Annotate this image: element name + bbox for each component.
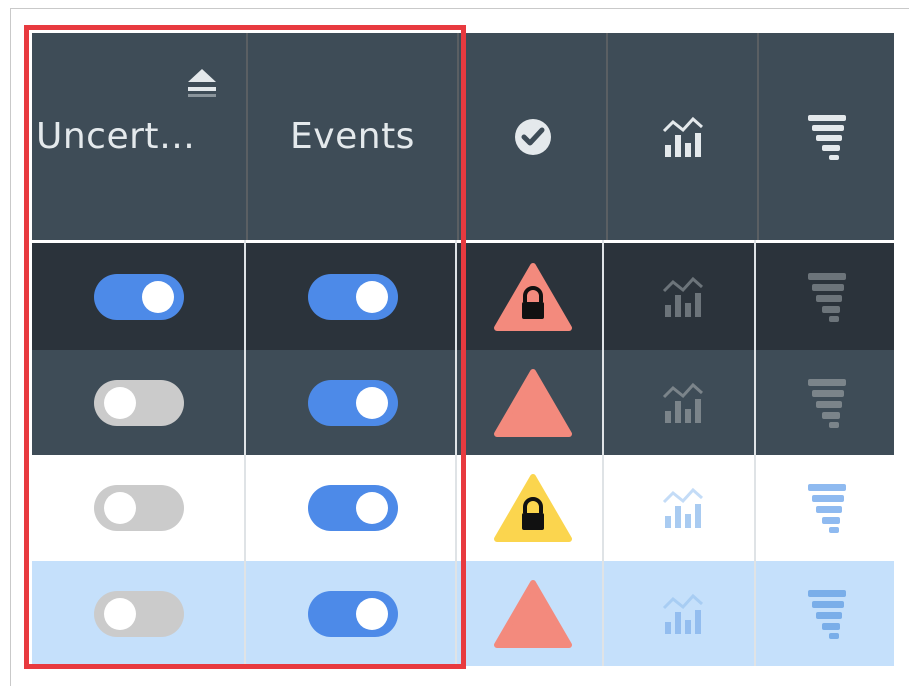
chart-icon[interactable]: [661, 486, 705, 530]
toggle-knob: [355, 492, 388, 524]
toggle-knob: [355, 597, 388, 630]
tornado-icon[interactable]: [807, 588, 847, 640]
column-header-events[interactable]: Events: [248, 33, 457, 240]
tornado-cell: [759, 350, 894, 455]
toggle-knob: [355, 386, 388, 419]
column-divider: [455, 240, 457, 666]
status-cell: [459, 243, 606, 350]
events-toggle[interactable]: [307, 485, 398, 531]
column-header-label: Uncert…: [36, 116, 196, 157]
sort-up-icon[interactable]: [186, 67, 218, 103]
toggle-knob: [142, 280, 174, 313]
chart-icon[interactable]: [661, 592, 705, 636]
data-grid: Uncert… Events: [32, 33, 894, 666]
toggle-knob: [355, 280, 388, 313]
status-cell: [459, 350, 606, 455]
warning-lock-icon[interactable]: [493, 262, 572, 332]
uncertainty-cell: [32, 561, 246, 666]
column-header-uncertainty[interactable]: Uncert…: [32, 33, 246, 240]
toggle-knob: [104, 597, 136, 630]
events-cell: [248, 561, 457, 666]
events-cell: [248, 350, 457, 455]
chart-cell: [608, 243, 757, 350]
chart-icon: [662, 116, 703, 157]
chart-cell: [608, 561, 757, 666]
warning-icon[interactable]: [493, 579, 572, 649]
events-toggle[interactable]: [307, 273, 398, 320]
column-divider: [602, 240, 604, 666]
tornado-cell: [759, 561, 894, 666]
column-header-chart[interactable]: [608, 33, 757, 240]
warning-icon[interactable]: [493, 368, 572, 438]
toggle-knob: [104, 386, 136, 419]
tornado-cell: [759, 243, 894, 350]
status-cell: [459, 455, 606, 561]
chart-icon[interactable]: [661, 381, 705, 425]
column-header-status[interactable]: [459, 33, 606, 240]
table-row: [32, 561, 894, 666]
toggle-knob: [104, 492, 136, 524]
uncertainty-toggle[interactable]: [94, 485, 184, 531]
tornado-icon[interactable]: [807, 377, 847, 429]
chart-cell: [608, 455, 757, 561]
chart-cell: [608, 350, 757, 455]
events-toggle[interactable]: [307, 590, 398, 637]
events-cell: [248, 243, 457, 350]
column-divider: [754, 240, 756, 666]
column-header-tornado[interactable]: [759, 33, 894, 240]
column-header-label: Events: [290, 116, 415, 157]
uncertainty-cell: [32, 455, 246, 561]
tornado-cell: [759, 455, 894, 561]
chart-icon[interactable]: [661, 275, 705, 319]
table-row: [32, 243, 894, 350]
uncertainty-toggle[interactable]: [94, 590, 184, 637]
uncertainty-cell: [32, 350, 246, 455]
check-circle-icon: [514, 118, 551, 155]
table-row: [32, 350, 894, 455]
tornado-icon: [807, 114, 846, 160]
events-cell: [248, 455, 457, 561]
warning-lock-icon[interactable]: [493, 473, 572, 543]
uncertainty-toggle[interactable]: [94, 273, 184, 320]
column-divider: [244, 240, 246, 666]
tornado-icon[interactable]: [807, 271, 847, 323]
uncertainty-cell: [32, 243, 246, 350]
table-row: [32, 455, 894, 561]
uncertainty-toggle[interactable]: [94, 379, 184, 426]
status-cell: [459, 561, 606, 666]
events-toggle[interactable]: [307, 379, 398, 426]
tornado-icon[interactable]: [807, 482, 847, 534]
